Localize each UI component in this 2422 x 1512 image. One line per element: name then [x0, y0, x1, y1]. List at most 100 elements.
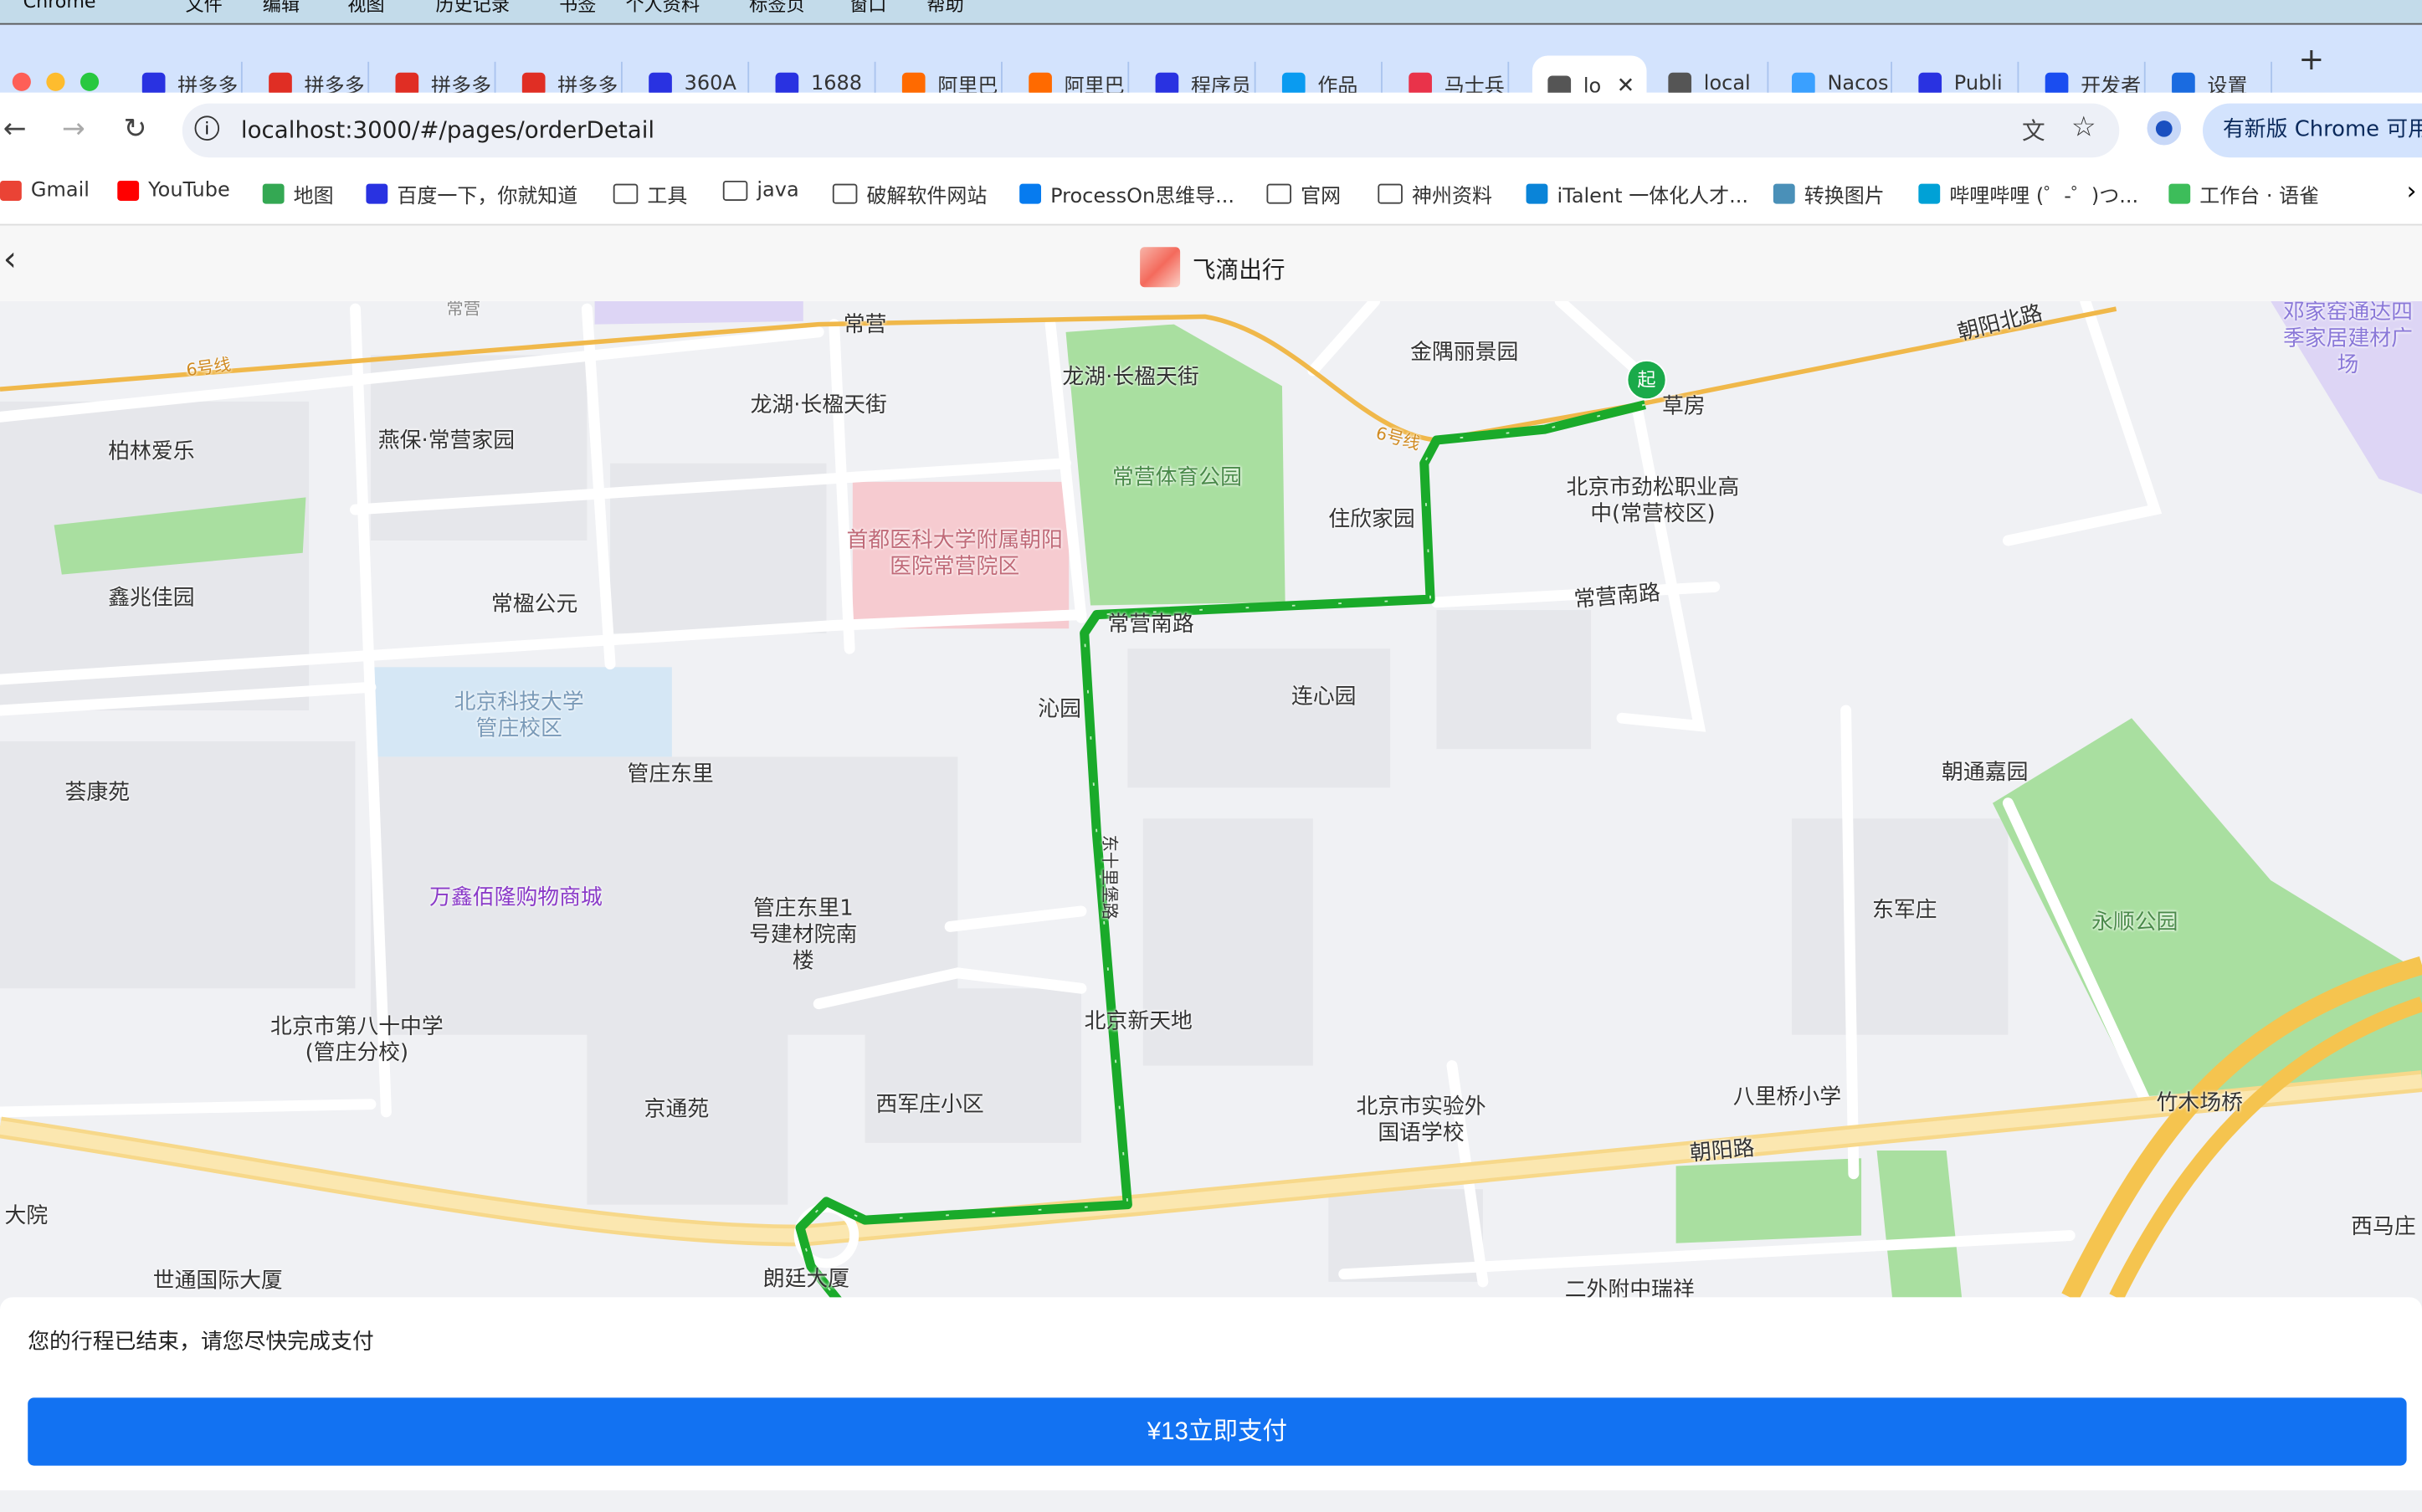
menubar-item[interactable]: 文件 [185, 0, 222, 17]
map-label[interactable]: 西军庄小区 [876, 1093, 984, 1119]
bookmark-item[interactable]: ProcessOn思维导... [1019, 179, 1234, 208]
menubar-item[interactable]: 书签 [559, 0, 596, 17]
map-label[interactable]: 永顺公园 [2091, 910, 2178, 936]
bookmark-item[interactable]: 转换图片 [1773, 179, 1885, 208]
more-bookmarks-chevron-icon[interactable]: › [2407, 176, 2417, 205]
map-label[interactable]: 草房 [1662, 395, 1706, 421]
bookmark-item[interactable]: iTalent 一体化人才... [1526, 179, 1748, 208]
bookmark-label: 神州资料 [1411, 185, 1492, 209]
bookmark-item[interactable]: 百度一下，你就知道 [366, 179, 577, 208]
map-label[interactable]: 朝通嘉园 [1942, 761, 2028, 787]
map-label[interactable]: 住欣家园 [1328, 507, 1414, 533]
map-label[interactable]: 常营体育公园 [1112, 465, 1242, 491]
baidu-icon [649, 71, 672, 95]
close-window-button[interactable] [12, 72, 31, 91]
map-label[interactable]: 北京科技大学管庄校区 [454, 690, 584, 743]
bookmark-label: 地图 [293, 185, 334, 209]
bookmark-item[interactable]: Gmail [0, 179, 90, 202]
menubar-item[interactable]: 编辑 [263, 0, 300, 17]
baidu-icon [1918, 71, 1942, 95]
map-label[interactable]: 鑫兆佳园 [108, 586, 194, 612]
map-label[interactable]: 金隅丽景园 [1410, 341, 1518, 366]
folder-icon [832, 183, 858, 204]
map-label[interactable]: 朗廷大厦 [763, 1267, 849, 1293]
globe-icon [1668, 71, 1692, 95]
map-label[interactable]: 大院 [5, 1204, 49, 1230]
bookmark-label: 哔哩哔哩 (゜-゜)つ... [1949, 185, 2139, 209]
menubar-item[interactable]: 帮助 [926, 0, 963, 17]
start-marker[interactable]: 起 [1626, 360, 1667, 401]
map-label[interactable]: 邓家窑通达四季家居建材广场 [2283, 301, 2413, 379]
map-label[interactable]: 常营 [844, 313, 887, 339]
map-label[interactable]: 龙湖·长楹天街 [751, 393, 887, 419]
forward-button[interactable]: → [62, 113, 85, 146]
pinduoduo-icon [395, 71, 419, 95]
pay-now-button[interactable]: ¥13立即支付 [28, 1397, 2407, 1466]
gear-icon [2172, 71, 2195, 95]
bookmark-item[interactable]: 地图 [262, 179, 334, 209]
omnibox[interactable]: i localhost:3000/#/pages/orderDetail 文 ☆ [182, 103, 2120, 158]
map-label[interactable]: 万鑫佰隆购物商城 [429, 886, 603, 912]
folder-icon [613, 183, 639, 204]
chrome-update-button[interactable]: 有新版 Chrome 可用 [2202, 103, 2422, 158]
back-button[interactable]: ← [3, 113, 27, 146]
site-info-icon[interactable]: i [194, 115, 220, 141]
map-label[interactable]: 管庄东里1号建材院南楼 [749, 896, 857, 975]
bookmark-item[interactable]: 工作台 · 语雀 [2168, 179, 2319, 208]
bookmark-item[interactable]: 官网 [1266, 179, 1341, 208]
reload-button[interactable]: ↻ [124, 113, 147, 146]
back-arrow-icon[interactable]: ‹ [3, 241, 17, 279]
map-label[interactable]: 常营南路 [1107, 612, 1193, 638]
bookmark-item[interactable]: 哔哩哔哩 (゜-゜)つ... [1918, 179, 2138, 208]
map-label[interactable]: 北京市第八十中学(管庄分校) [270, 1015, 444, 1068]
menubar-item[interactable]: 个人资料 [626, 0, 700, 17]
bookmark-item[interactable]: 神州资料 [1378, 179, 1492, 208]
map-label[interactable]: 西马庄 [2351, 1215, 2416, 1241]
map-label[interactable]: 八里桥小学 [1733, 1085, 1841, 1111]
map-label[interactable]: 管庄东里 [627, 762, 713, 788]
bookmark-item[interactable]: YouTube [117, 179, 230, 202]
bookmark-star-icon[interactable]: ☆ [2071, 111, 2096, 144]
bookmark-favicon [262, 183, 285, 204]
map-label[interactable]: 柏林爱乐 [108, 439, 194, 465]
translate-icon[interactable]: 文 [2022, 115, 2045, 147]
map-label[interactable]: 常楹公元 [491, 592, 577, 618]
bookmark-item[interactable]: 工具 [613, 179, 687, 208]
profile-avatar[interactable]: ● [2147, 110, 2182, 146]
map-label[interactable]: 京通苑 [644, 1097, 710, 1123]
map-label[interactable]: 北京市劲松职业高中(常营校区) [1567, 475, 1740, 528]
menubar-item[interactable]: Chrome [23, 0, 96, 13]
map-label[interactable]: 燕保·常营家园 [378, 428, 515, 454]
bookmark-item[interactable]: 破解软件网站 [832, 179, 988, 209]
menubar-item[interactable]: 标签页 [749, 0, 804, 17]
map-label[interactable]: 常营 [446, 301, 480, 322]
minimize-window-button[interactable] [46, 72, 65, 91]
url-text[interactable]: localhost:3000/#/pages/orderDetail [241, 115, 654, 143]
map-label[interactable]: 连心园 [1291, 685, 1357, 711]
map-label[interactable]: 北京市实验外国语学校 [1357, 1095, 1486, 1148]
map-label[interactable]: 世通国际大厦 [153, 1269, 283, 1294]
map-label[interactable]: 竹木场桥 [2157, 1091, 2243, 1117]
map-label[interactable]: 荟康苑 [65, 781, 131, 807]
map-label[interactable]: 首都医科大学附属朝阳医院常营院区 [846, 528, 1062, 581]
bookmark-label: 破解软件网站 [866, 185, 988, 209]
map-label[interactable]: 东军庄 [1872, 898, 1937, 924]
map-label[interactable]: 朝阳路 [1689, 1136, 1756, 1168]
map-label[interactable]: 龙湖·长楹天街 [1062, 366, 1198, 392]
new-tab-button[interactable]: + [2298, 40, 2324, 77]
bookmark-label: 工作台 · 语雀 [2199, 185, 2320, 209]
bookmark-label: 官网 [1301, 185, 1342, 209]
bookmark-favicon [1773, 183, 1795, 204]
maximize-window-button[interactable] [80, 72, 100, 91]
alibaba-icon [1029, 71, 1052, 95]
baidu-icon [775, 71, 799, 95]
menubar-item[interactable]: 历史记录 [435, 0, 510, 17]
bookmark-label: ProcessOn思维导... [1050, 185, 1235, 209]
map-label[interactable]: 北京新天地 [1085, 1009, 1193, 1035]
map-label[interactable]: 东十里堡路 [1096, 835, 1122, 920]
menubar-item[interactable]: 窗口 [849, 0, 886, 17]
map-label[interactable]: 沁园 [1038, 697, 1081, 723]
bookmark-item[interactable]: java [722, 179, 799, 202]
bookmark-label: 转换图片 [1804, 185, 1885, 209]
menubar-item[interactable]: 视图 [347, 0, 384, 17]
